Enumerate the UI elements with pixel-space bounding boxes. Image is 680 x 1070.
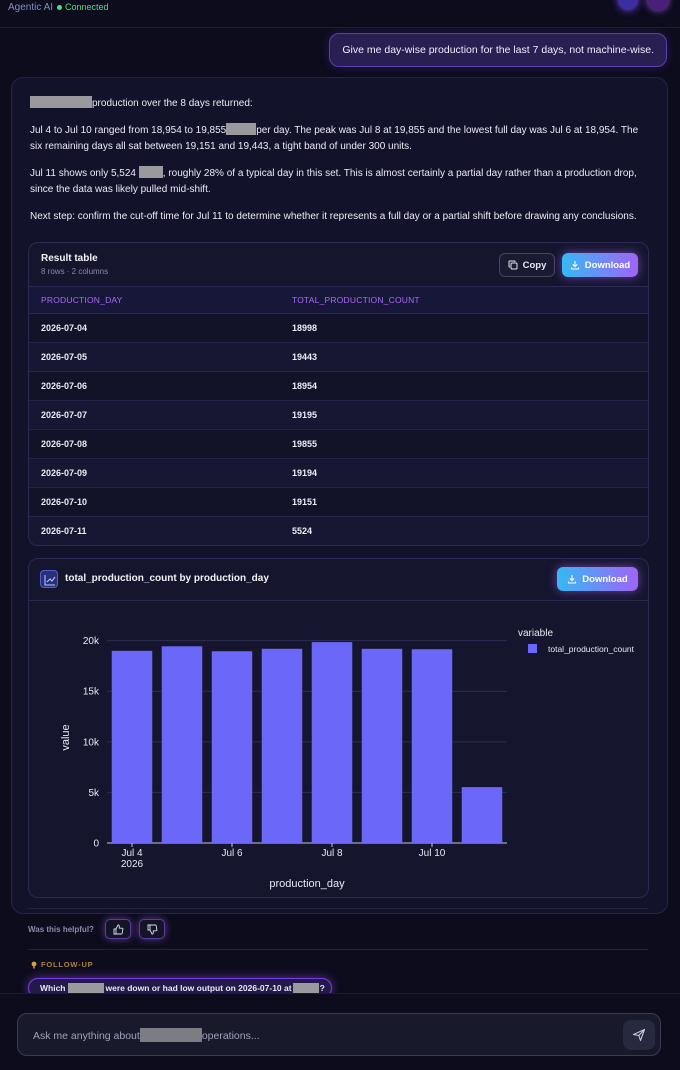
download-button-label: Download xyxy=(584,259,631,271)
table-cell: 2026-07-11 xyxy=(41,526,87,536)
table-header: PRODUCTION_DAY TOTAL_PRODUCTION_COUNT xyxy=(29,286,648,314)
table-cell: 19195 xyxy=(292,410,318,420)
thumbs-up-button[interactable] xyxy=(105,919,131,939)
lightbulb-icon xyxy=(31,961,37,968)
bar xyxy=(261,648,303,843)
redacted-block xyxy=(67,983,104,993)
y-axis-label: value xyxy=(60,724,72,750)
response-paragraph-2: Jul 11 shows only 5,524 , roughly 28% of… xyxy=(30,166,637,195)
send-button[interactable] xyxy=(623,1020,655,1050)
chart-header: total_production_count by production_day… xyxy=(29,559,648,601)
column-header[interactable]: TOTAL_PRODUCTION_COUNT xyxy=(292,295,420,305)
download-button-label: Download xyxy=(582,573,628,585)
followup-label: FOLLOW-UP xyxy=(31,960,93,969)
table-cell: 2026-07-09 xyxy=(41,468,88,478)
thumbs-down-icon xyxy=(147,924,157,934)
table-cell: 19443 xyxy=(292,352,318,362)
table-body: 2026-07-04 18998 2026-07-05 19443 2026-07-… xyxy=(29,314,648,545)
x-axis-label: production_day xyxy=(269,878,345,890)
response-intro: production over the 8 days returned: xyxy=(30,96,253,112)
download-table-button[interactable]: Download xyxy=(562,253,638,277)
table-row: 2026-07-05 19443 xyxy=(29,343,648,372)
download-icon xyxy=(568,575,577,584)
table-cell: 2026-07-10 xyxy=(41,497,88,507)
table-cell: 2026-07-05 xyxy=(41,352,88,362)
connection-status: Connected xyxy=(57,2,109,12)
table-row: 2026-07-08 19855 xyxy=(29,430,648,459)
header-action-button[interactable] xyxy=(618,0,638,10)
bar xyxy=(361,648,403,843)
result-table-title: Result table xyxy=(41,253,98,264)
redacted-block xyxy=(138,166,163,178)
table-row: 2026-07-06 18954 xyxy=(29,372,648,401)
chat-input-placeholder: Ask me anything about operations... xyxy=(33,1028,260,1042)
download-chart-button[interactable]: Download xyxy=(557,567,638,591)
bar xyxy=(311,642,353,843)
divider xyxy=(28,949,648,950)
response-paragraph-3: Next step: confirm the cut-off time for … xyxy=(30,211,637,222)
table-row: 2026-07-07 19195 xyxy=(29,401,648,430)
x-tick-label: Jul 6 xyxy=(221,848,243,859)
table-cell: 19194 xyxy=(292,468,318,478)
feedback-prompt: Was this helpful? xyxy=(28,925,94,934)
result-table-subtitle: 8 rows · 2 columns xyxy=(41,267,109,276)
chart-line-icon xyxy=(40,570,58,588)
x-tick-label: Jul 8 xyxy=(321,848,343,859)
column-header[interactable]: PRODUCTION_DAY xyxy=(41,295,123,305)
copy-icon xyxy=(508,260,518,270)
bar xyxy=(161,646,203,843)
table-cell: 19855 xyxy=(292,439,318,449)
chat-input[interactable]: Ask me anything about operations... xyxy=(17,1013,661,1056)
table-cell: 19151 xyxy=(292,497,318,507)
x-tick-label: Jul 10 xyxy=(419,848,446,859)
app-brand: Agentic AI xyxy=(8,2,54,13)
legend-title: variable xyxy=(518,628,553,639)
bar xyxy=(211,651,253,843)
chart-card: total_production_count by production_day… xyxy=(28,558,649,898)
redacted-block xyxy=(292,983,319,993)
divider xyxy=(28,908,648,909)
legend-swatch xyxy=(528,644,537,653)
table-cell: 18998 xyxy=(292,323,318,333)
bar xyxy=(461,787,503,843)
download-icon xyxy=(570,261,579,270)
bar-chart: 0 5k 10k 15k 20k Jul 42026 Jul 6 Jul 8 Jul 10 pro… xyxy=(60,628,635,890)
redacted-block xyxy=(30,96,92,108)
result-table-card: Result table 8 rows · 2 columns Copy Dow… xyxy=(28,242,649,546)
thumbs-down-button[interactable] xyxy=(139,919,165,939)
table-cell: 2026-07-08 xyxy=(41,439,88,449)
copy-button-label: Copy xyxy=(522,259,547,271)
table-cell: 18954 xyxy=(292,381,318,391)
user-avatar[interactable] xyxy=(648,0,668,10)
table-cell: 2026-07-07 xyxy=(41,410,88,420)
y-tick-label: 0 xyxy=(93,839,99,850)
x-tick-sublabel: 2026 xyxy=(121,859,144,870)
thumbs-up-icon xyxy=(113,924,123,934)
chart-title: total_production_count by production_day xyxy=(65,573,269,584)
copy-button[interactable]: Copy xyxy=(499,253,555,277)
table-cell: 5524 xyxy=(292,526,313,536)
connection-status-label: Connected xyxy=(65,2,109,12)
user-message: Give me day-wise production for the last… xyxy=(329,33,667,67)
bar xyxy=(411,649,453,843)
table-cell: 2026-07-06 xyxy=(41,381,88,391)
table-cell: 2026-07-04 xyxy=(41,323,88,333)
redacted-block xyxy=(139,1028,202,1042)
y-tick-label: 15k xyxy=(83,687,100,698)
y-tick-label: 5k xyxy=(88,788,100,799)
legend-item-label: total_production_count xyxy=(548,644,635,654)
response-paragraph-1: Jul 4 to Jul 10 ranged from 18,954 to 19… xyxy=(30,123,639,152)
send-icon xyxy=(632,1028,646,1042)
redacted-block xyxy=(226,123,257,135)
y-tick-label: 10k xyxy=(83,737,100,748)
table-row: 2026-07-04 18998 xyxy=(29,314,648,343)
x-tick-label: Jul 4 xyxy=(121,848,143,859)
status-dot-icon xyxy=(57,4,62,10)
y-tick-label: 20k xyxy=(83,636,100,647)
top-bar: Agentic AI Connected xyxy=(0,0,680,28)
table-row: 2026-07-10 19151 xyxy=(29,488,648,517)
table-row: 2026-07-11 5524 xyxy=(29,517,648,545)
bar xyxy=(111,650,153,843)
table-row: 2026-07-09 19194 xyxy=(29,459,648,488)
